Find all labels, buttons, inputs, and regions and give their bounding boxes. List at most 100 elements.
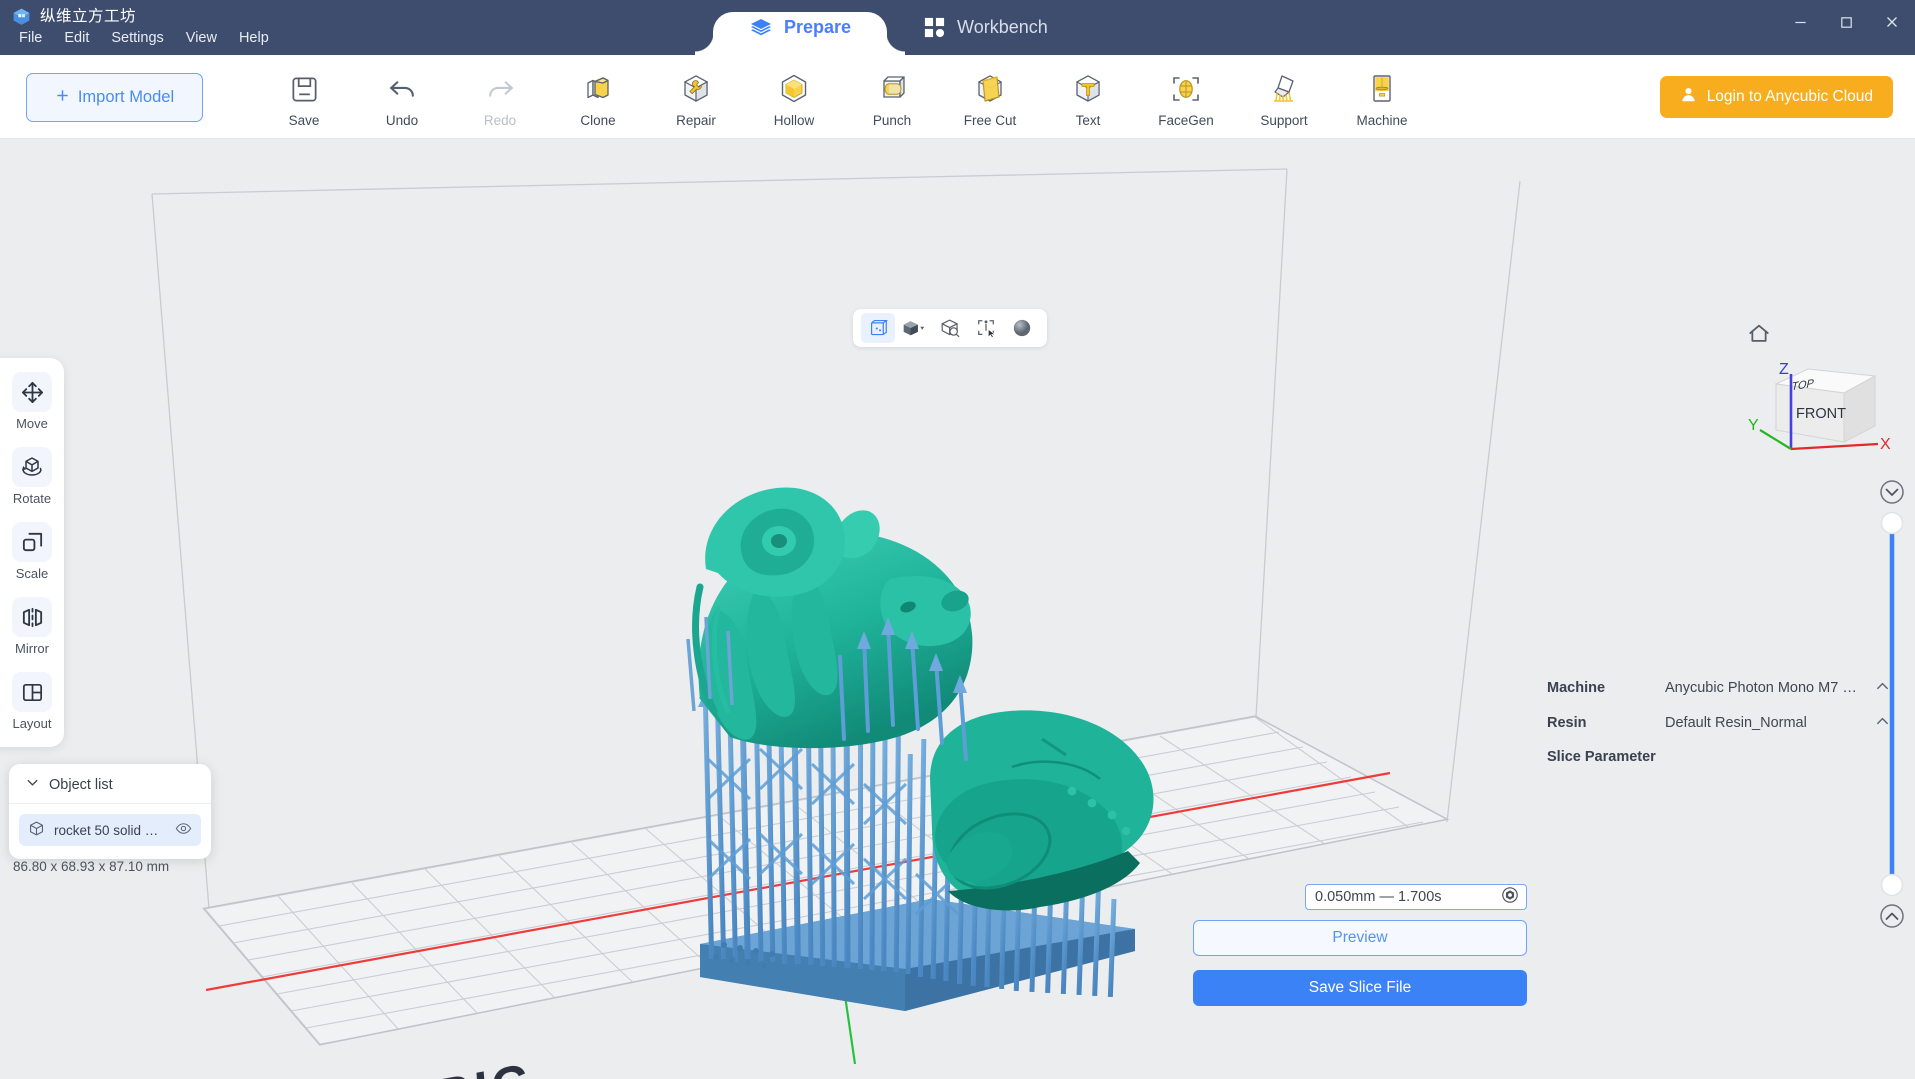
redo-arrow-icon bbox=[484, 69, 517, 109]
tool-undo[interactable]: Undo bbox=[353, 61, 451, 128]
tool-redo-label: Redo bbox=[483, 113, 517, 128]
rail-item-move[interactable]: Move bbox=[0, 372, 64, 431]
viewport-3d[interactable]: ANY CUBIC bbox=[0, 139, 1915, 1079]
grid-squares-icon bbox=[923, 16, 946, 39]
menu-help[interactable]: Help bbox=[228, 28, 280, 48]
rail-item-mirror-label: Mirror bbox=[15, 641, 49, 656]
material-sphere-icon[interactable] bbox=[1005, 313, 1039, 343]
machine-icon bbox=[1365, 69, 1399, 109]
view-mode-toolbar bbox=[853, 309, 1047, 347]
tool-punch[interactable]: Punch bbox=[843, 61, 941, 128]
tool-clone[interactable]: Clone bbox=[549, 61, 647, 128]
wireframe-cube-icon[interactable] bbox=[861, 313, 895, 343]
select-info-icon[interactable] bbox=[969, 313, 1003, 343]
tab-workbench[interactable]: Workbench bbox=[887, 0, 1084, 55]
model-dimensions: 86.80 x 68.93 x 87.10 mm bbox=[13, 859, 170, 874]
mirror-icon bbox=[12, 597, 52, 637]
maximize-icon[interactable] bbox=[1823, 0, 1869, 44]
slice-parameter-field[interactable]: 0.050mm — 1.700s bbox=[1305, 884, 1527, 910]
window-controls bbox=[1777, 0, 1915, 44]
title-bar: 纵维立方工坊 File Edit Settings View Help Prep… bbox=[0, 0, 1915, 55]
facegen-icon bbox=[1169, 69, 1203, 109]
import-model-button[interactable]: Import Model bbox=[26, 73, 203, 122]
machine-label: Machine bbox=[1547, 680, 1606, 696]
punch-hole-icon bbox=[875, 69, 909, 109]
layout-grid-icon bbox=[12, 672, 52, 712]
rail-item-layout[interactable]: Layout bbox=[0, 672, 64, 731]
tool-machine-label: Machine bbox=[1356, 113, 1408, 128]
close-icon[interactable] bbox=[1869, 0, 1915, 44]
toolbar-items: Save Undo Redo Clone Repair Hollow Punch… bbox=[255, 61, 1431, 128]
main-toolbar: Import Model Save Undo Redo Clone Repair… bbox=[0, 55, 1915, 139]
menu-settings[interactable]: Settings bbox=[100, 28, 174, 48]
chevron-up-icon[interactable] bbox=[1874, 678, 1891, 699]
chevron-down-icon[interactable] bbox=[25, 775, 40, 794]
menu-view[interactable]: View bbox=[175, 28, 228, 48]
tool-free-cut[interactable]: Free Cut bbox=[941, 61, 1039, 128]
shaded-cube-icon[interactable] bbox=[897, 313, 931, 343]
tool-facegen-label: FaceGen bbox=[1158, 113, 1214, 128]
menu-file[interactable]: File bbox=[8, 28, 53, 48]
target-hex-icon[interactable] bbox=[1501, 886, 1519, 909]
object-name: rocket 50 solid … bbox=[54, 822, 159, 838]
tool-machine[interactable]: Machine bbox=[1333, 61, 1431, 128]
layers-icon bbox=[749, 16, 773, 40]
transform-tool-rail: Move Rotate Scale Mirror Layout bbox=[0, 358, 64, 747]
plus-icon bbox=[55, 88, 70, 108]
scale-rect-icon bbox=[12, 522, 52, 562]
login-anycubic-cloud-button[interactable]: Login to Anycubic Cloud bbox=[1659, 76, 1893, 118]
chevron-up-icon[interactable] bbox=[1874, 713, 1891, 734]
cube-outline-icon bbox=[28, 820, 45, 840]
tool-hollow-label: Hollow bbox=[773, 113, 815, 128]
svg-text:CUBIC: CUBIC bbox=[355, 1052, 533, 1079]
resin-value: Default Resin_Normal bbox=[1665, 715, 1807, 731]
rail-item-rotate[interactable]: Rotate bbox=[0, 447, 64, 506]
tool-text[interactable]: Text bbox=[1039, 61, 1137, 128]
repair-wrench-icon bbox=[679, 69, 713, 109]
app-title: 纵维立方工坊 bbox=[40, 8, 137, 25]
machine-value: Anycubic Photon Mono M7 … bbox=[1665, 680, 1857, 696]
tool-clone-label: Clone bbox=[580, 113, 616, 128]
tool-redo[interactable]: Redo bbox=[451, 61, 549, 128]
rail-item-mirror[interactable]: Mirror bbox=[0, 597, 64, 656]
resin-row[interactable]: Resin Default Resin_Normal bbox=[1547, 709, 1891, 737]
rail-item-scale[interactable]: Scale bbox=[0, 522, 64, 581]
tool-support[interactable]: Support bbox=[1235, 61, 1333, 128]
undo-arrow-icon bbox=[386, 69, 419, 109]
login-anycubic-cloud-label: Login to Anycubic Cloud bbox=[1706, 88, 1873, 105]
preview-button[interactable]: Preview bbox=[1193, 920, 1527, 956]
tool-hollow[interactable]: Hollow bbox=[745, 61, 843, 128]
menu-bar: File Edit Settings View Help bbox=[8, 28, 280, 48]
inspect-cube-icon[interactable] bbox=[933, 313, 967, 343]
tool-support-label: Support bbox=[1260, 113, 1308, 128]
slice-parameter-label: Slice Parameter bbox=[1547, 749, 1656, 765]
object-list-header[interactable]: Object list bbox=[9, 775, 211, 804]
slice-parameter-row: Slice Parameter bbox=[1547, 743, 1891, 771]
object-list-panel: Object list rocket 50 solid … bbox=[9, 764, 211, 859]
minimize-icon[interactable] bbox=[1777, 0, 1823, 44]
machine-row[interactable]: Machine Anycubic Photon Mono M7 … bbox=[1547, 674, 1891, 702]
tool-facegen[interactable]: FaceGen bbox=[1137, 61, 1235, 128]
save-slice-file-button[interactable]: Save Slice File bbox=[1193, 970, 1527, 1006]
rail-item-move-label: Move bbox=[16, 416, 48, 431]
rail-item-rotate-label: Rotate bbox=[12, 491, 52, 506]
tab-workbench-label: Workbench bbox=[957, 17, 1048, 37]
rail-item-layout-label: Layout bbox=[12, 716, 52, 731]
eye-icon[interactable] bbox=[175, 820, 192, 840]
main-tabs: Prepare Workbench bbox=[713, 0, 1084, 55]
tool-save[interactable]: Save bbox=[255, 61, 353, 128]
tool-text-label: Text bbox=[1075, 113, 1101, 128]
tool-repair-label: Repair bbox=[676, 113, 716, 128]
clone-cube-icon bbox=[581, 69, 615, 109]
user-icon bbox=[1680, 86, 1697, 108]
list-item[interactable]: rocket 50 solid … bbox=[19, 814, 201, 846]
tool-repair[interactable]: Repair bbox=[647, 61, 745, 128]
hollow-cube-icon bbox=[777, 69, 811, 109]
slice-properties-panel: Machine Anycubic Photon Mono M7 … Resin … bbox=[1495, 139, 1915, 1079]
rail-item-scale-label: Scale bbox=[15, 566, 49, 581]
object-list-title: Object list bbox=[49, 776, 113, 793]
tool-undo-label: Undo bbox=[385, 113, 419, 128]
tab-prepare[interactable]: Prepare bbox=[713, 0, 888, 55]
menu-edit[interactable]: Edit bbox=[53, 28, 100, 48]
tool-punch-label: Punch bbox=[872, 113, 912, 128]
